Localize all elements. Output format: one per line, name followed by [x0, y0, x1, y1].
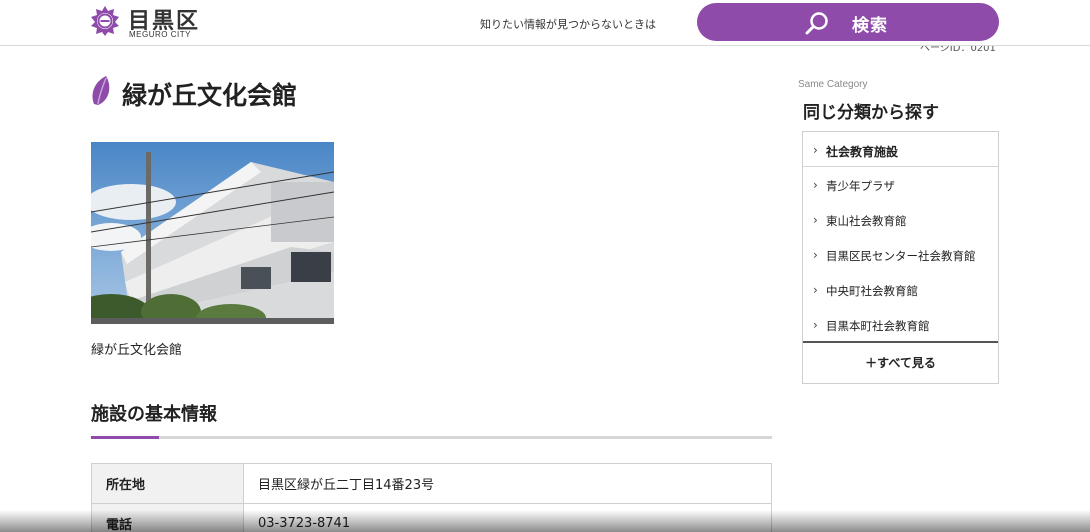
facility-info-table: 所在地 目黒区緑が丘二丁目14番23号 電話 03-3723-8741 — [91, 463, 772, 532]
sidebar-item-label: 目黒本町社会教育館 — [826, 319, 930, 333]
sidebar-item-label: 青少年プラザ — [826, 179, 895, 193]
site-logo[interactable]: 目黒区 MEGURO CITY — [90, 5, 210, 41]
photo-caption: 緑が丘文化会館 — [91, 343, 183, 358]
sidebar-item-meguro-honcho[interactable]: › 目黒本町社会教育館 — [803, 308, 998, 343]
sidebar-category-link[interactable]: › 社会教育施設 — [803, 132, 998, 167]
related-category-box: › 社会教育施設 › 青少年プラザ › 東山社会教育館 › 目黒区民センター社会… — [802, 131, 999, 384]
table-row-label: 電話 — [91, 503, 244, 532]
chevron-right-icon: › — [813, 318, 818, 332]
chevron-right-icon: › — [813, 178, 818, 192]
sidebar-item-kumin-center[interactable]: › 目黒区民センター社会教育館 — [803, 238, 998, 273]
facility-photo — [91, 142, 334, 324]
chevron-right-icon: › — [813, 248, 818, 262]
show-all-button[interactable]: ＋すべて見る — [803, 354, 998, 371]
table-row: 所在地 目黒区緑が丘二丁目14番23号 — [91, 463, 772, 504]
sidebar-item-chuocho[interactable]: › 中央町社会教育館 — [803, 273, 998, 308]
sidebar-item-label: 中央町社会教育館 — [826, 284, 918, 298]
sidebar-category-label: 社会教育施設 — [826, 145, 899, 159]
sidebar-item-higashiyama[interactable]: › 東山社会教育館 — [803, 203, 998, 238]
page-title: 緑が丘文化会館 — [122, 81, 298, 110]
sidebar-divider — [803, 341, 998, 343]
search-button-label: 検索 — [852, 16, 888, 36]
table-row: 電話 03-3723-8741 — [91, 503, 772, 532]
search-prompt: 知りたい情報が見つからないときは — [480, 18, 656, 31]
leaf-icon — [92, 76, 110, 105]
sidebar-item-label: 東山社会教育館 — [826, 214, 907, 228]
search-button[interactable]: 検索 — [697, 3, 999, 41]
site-header: 目黒区 MEGURO CITY 知りたい情報が見つからないときは 検索 — [0, 0, 1090, 46]
sidebar-item-label: 目黒区民センター社会教育館 — [826, 249, 976, 263]
section-divider — [91, 436, 772, 439]
table-row-label: 所在地 — [91, 463, 244, 504]
magnifier-icon — [805, 12, 828, 35]
chevron-right-icon: › — [813, 213, 818, 227]
meguro-logo-icon — [91, 6, 119, 36]
table-row-value: 目黒区緑が丘二丁目14番23号 — [243, 463, 772, 504]
chevron-right-icon: › — [813, 283, 818, 297]
chevron-right-icon: › — [813, 143, 818, 157]
sidebar-title: 同じ分類から探す — [803, 103, 939, 123]
sidebar-item-seishonen-plaza[interactable]: › 青少年プラザ — [803, 168, 998, 203]
section-divider-accent — [91, 436, 159, 439]
sidebar-label-en: Same Category — [798, 79, 868, 90]
section-title: 施設の基本情報 — [91, 404, 217, 425]
table-row-value: 03-3723-8741 — [243, 503, 772, 532]
logo-subtitle: MEGURO CITY — [129, 30, 191, 39]
